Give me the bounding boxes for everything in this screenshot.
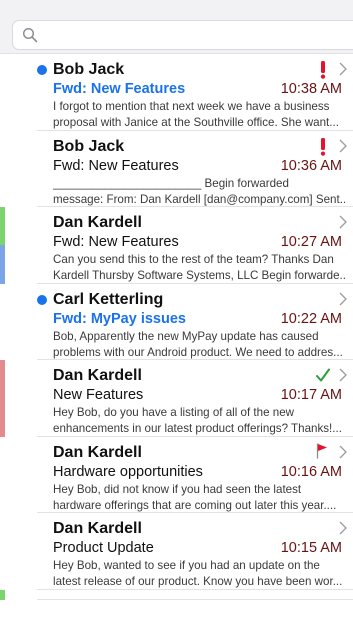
subject: Fwd: New Features — [53, 234, 179, 250]
search-input[interactable] — [45, 25, 349, 47]
chevron-right-icon — [339, 139, 347, 152]
message-preview: Hey Bob, did not know if you had seen th… — [53, 482, 347, 514]
timestamp: 10:36 AM — [280, 157, 342, 174]
list-item[interactable]: Carl Ketterling Fwd: MyPay issues 10:22 AM… — [0, 283, 353, 361]
category-tag — [0, 207, 5, 246]
preview-line: Hey Bob, do you have a listing of all of… — [53, 406, 295, 419]
chevron-right-icon — [339, 292, 347, 305]
sender-name: Bob Jack — [53, 61, 125, 78]
message-preview: Hey Bob, do you have a listing of all of… — [53, 405, 347, 437]
search-field[interactable] — [12, 20, 353, 50]
unread-dot — [37, 294, 47, 305]
subject: Fwd: New Features — [53, 157, 179, 174]
message-list: Bob Jack Fwd: New Features 10:38 AM I forgo… — [0, 54, 353, 600]
subject: Fwd: MyPay issues — [53, 310, 186, 327]
chevron-right-icon — [339, 215, 347, 229]
chevron-right-icon — [339, 368, 347, 382]
subject: New Features — [53, 387, 144, 403]
timestamp: 10:15 AM — [280, 540, 342, 556]
sender-name: Dan Kardell — [53, 520, 142, 537]
preview-line: hardware offerings that are coming out l… — [53, 498, 337, 512]
timestamp: 10:17 AM — [280, 387, 342, 403]
timestamp: 10:16 AM — [280, 463, 342, 480]
subject: Product Update — [53, 540, 154, 556]
unread-dot — [37, 65, 47, 75]
category-tag — [0, 245, 5, 284]
preview-line: Kardell Thursby Software Systems, LLC Be… — [53, 269, 347, 282]
message-preview: Bob, Apparently the new MyPay update has… — [53, 329, 347, 361]
sender-name: Dan Kardell — [53, 443, 142, 461]
preview-line: Can you send this to the rest of the tea… — [53, 253, 334, 266]
preview-line: I forgot to mention that next week we ha… — [53, 100, 330, 113]
preview-line: proposal with Janice at the Southville o… — [53, 116, 339, 129]
category-tag — [0, 589, 5, 600]
list-item[interactable]: Dan Kardell Hardware opportunities 10:16 A… — [0, 436, 353, 514]
timestamp: 10:27 AM — [280, 234, 342, 250]
preview-line: problems with our Android product. We ne… — [53, 345, 343, 359]
timestamp: 10:38 AM — [280, 81, 342, 97]
message-preview: _______________________ Begin forwarded m… — [53, 176, 347, 208]
preview-line: latest release of our product. Know you … — [53, 575, 343, 588]
list-item[interactable]: Dan Kardell Product Update 10:15 AM Hey Bob… — [0, 513, 353, 590]
subject: Hardware opportunities — [53, 463, 203, 480]
list-item[interactable]: Bob Jack Fwd: New Features 10:36 AM _______… — [0, 130, 353, 208]
chevron-right-icon — [339, 62, 347, 76]
subject: Fwd: New Features — [53, 81, 186, 97]
exclamation-icon — [320, 137, 326, 156]
sender-name: Carl Ketterling — [53, 290, 164, 308]
chevron-right-icon — [339, 521, 347, 535]
message-preview: I forgot to mention that next week we ha… — [53, 99, 347, 131]
flag-icon — [316, 443, 327, 458]
sender-name: Bob Jack — [53, 137, 125, 155]
list-item[interactable]: Dan Kardell Fwd: New Features 10:27 AM Can … — [0, 207, 353, 284]
preview-line: enhancements in our latest product offer… — [53, 422, 342, 435]
preview-line: Hey Bob, did not know if you had seen th… — [53, 482, 302, 496]
sender-name: Dan Kardell — [53, 214, 142, 231]
preview-line: message: From: Dan Kardell [dan@company.… — [53, 192, 347, 206]
message-preview: Can you send this to the rest of the tea… — [53, 252, 347, 284]
sender-name: Dan Kardell — [53, 367, 142, 384]
list-item[interactable]: Bob Jack Fwd: New Features 10:38 AM I forgo… — [0, 54, 353, 131]
timestamp: 10:22 AM — [280, 310, 342, 327]
message-preview: Hey Bob, wanted to see if you had an upd… — [53, 558, 347, 590]
search-icon — [22, 27, 38, 43]
checkmark-icon — [316, 368, 330, 382]
category-tag — [0, 360, 5, 437]
list-item-partial[interactable] — [0, 589, 353, 600]
preview-line: Hey Bob, wanted to see if you had an upd… — [53, 559, 320, 572]
preview-line: _______________________ Begin forwarded — [53, 176, 289, 190]
list-item[interactable]: Dan Kardell New Features 10:17 AM Hey Bob, … — [0, 360, 353, 437]
search-bar — [0, 0, 353, 54]
exclamation-icon — [320, 61, 326, 79]
preview-line: Bob, Apparently the new MyPay update has… — [53, 329, 319, 343]
chevron-right-icon — [339, 445, 347, 458]
